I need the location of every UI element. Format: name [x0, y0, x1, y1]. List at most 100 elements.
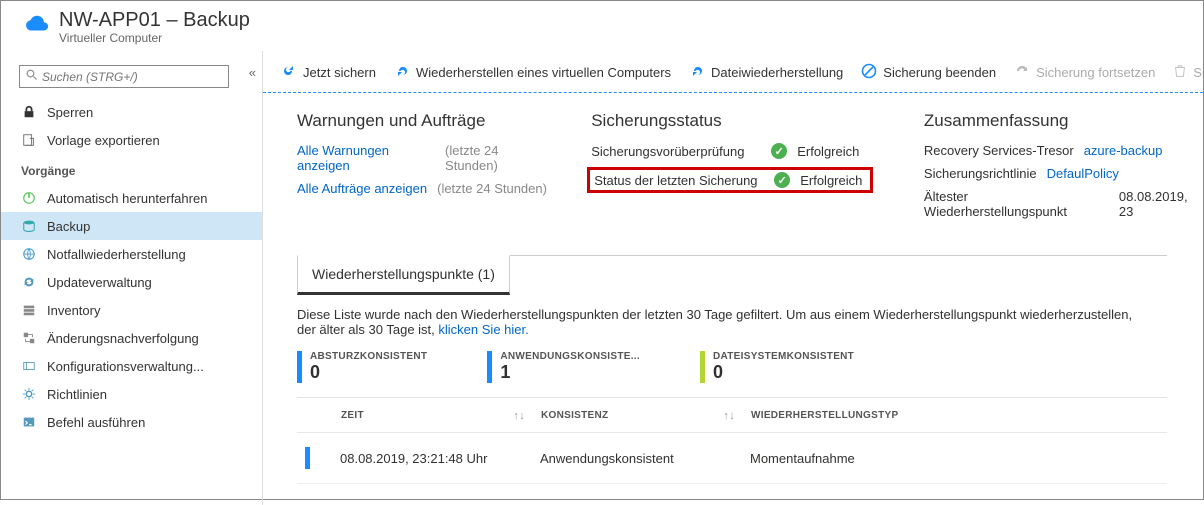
- sidebar-item-auto-shutdown[interactable]: Automatisch herunterfahren: [1, 184, 262, 212]
- sidebar-item-label: Befehl ausführen: [47, 415, 145, 430]
- page-title: NW-APP01 – Backup: [59, 9, 250, 32]
- sidebar: « Sperren Vorlage exportieren Vorgänge A…: [1, 51, 263, 505]
- sort-icon[interactable]: ↑↓: [513, 410, 525, 422]
- sidebar-item-run-command[interactable]: Befehl ausführen: [1, 408, 262, 436]
- view-all-jobs-link[interactable]: Alle Aufträge anzeigen: [297, 181, 427, 196]
- search-icon: [26, 69, 38, 84]
- page-subtitle: Virtueller Computer: [59, 31, 250, 45]
- success-icon: ✓: [774, 172, 790, 188]
- cell-consistency: Anwendungskonsistent: [540, 451, 750, 466]
- update-icon: [21, 274, 37, 290]
- last-backup-status-highlight: Status der letzten Sicherung ✓ Erfolgrei…: [587, 167, 873, 193]
- search-input[interactable]: [19, 65, 229, 88]
- sort-icon[interactable]: ↑↓: [723, 410, 735, 422]
- resume-backup-button: Sicherung fortsetzen: [1014, 63, 1155, 82]
- policy-link[interactable]: DefaulPolicy: [1047, 166, 1119, 181]
- app-consistent-block: ANWENDUNGSKONSISTE... 1: [487, 351, 640, 383]
- stop-icon: [861, 63, 877, 82]
- gear-icon: [21, 386, 37, 402]
- toolbar-label: Si: [1193, 65, 1203, 80]
- sidebar-item-update[interactable]: Updateverwaltung: [1, 268, 262, 296]
- cell-type: Momentaufnahme: [750, 451, 990, 466]
- policy-label: Sicherungsrichtlinie: [924, 166, 1037, 181]
- consistency-value: 1: [500, 362, 640, 383]
- sidebar-item-change-tracking[interactable]: Änderungsnachverfolgung: [1, 324, 262, 352]
- sidebar-item-export[interactable]: Vorlage exportieren: [1, 126, 262, 154]
- restore-points-desc: Diese Liste wurde nach den Wiederherstel…: [297, 307, 1132, 337]
- main-content: Jetzt sichern Wiederherstellen eines vir…: [263, 51, 1203, 505]
- terminal-icon: [21, 414, 37, 430]
- sidebar-item-label: Vorlage exportieren: [47, 133, 160, 148]
- oldest-label: Ältester Wiederherstellungspunkt: [924, 189, 1109, 219]
- precheck-value: Erfolgreich: [797, 144, 859, 159]
- col-type[interactable]: WIEDERHERSTELLUNGSTYP: [751, 410, 898, 421]
- precheck-label: Sicherungsvorüberprüfung: [591, 144, 761, 159]
- sidebar-item-policies[interactable]: Richtlinien: [1, 380, 262, 408]
- section-heading: Warnungen und Aufträge: [297, 111, 547, 131]
- sidebar-item-dr[interactable]: Notfallwiederherstellung: [1, 240, 262, 268]
- search-field[interactable]: [42, 70, 222, 84]
- toolbar-label: Sicherung fortsetzen: [1036, 65, 1155, 80]
- click-here-link[interactable]: klicken Sie hier.: [438, 322, 528, 337]
- row-accent-bar: [305, 447, 310, 469]
- consistency-value: 0: [310, 362, 427, 383]
- time-window: (letzte 24 Stunden): [437, 181, 547, 196]
- sidebar-item-backup[interactable]: Backup: [1, 212, 262, 240]
- sidebar-item-config[interactable]: Konfigurationsverwaltung...: [1, 352, 262, 380]
- time-window: (letzte 24 Stunden): [445, 143, 547, 173]
- consistency-label: ABSTURZKONSISTENT: [310, 351, 427, 362]
- sidebar-item-lock[interactable]: Sperren: [1, 98, 262, 126]
- section-heading: Zusammenfassung: [924, 111, 1203, 131]
- power-icon: [21, 190, 37, 206]
- fs-consistent-block: DATEISYSTEMKONSISTENT 0: [700, 351, 854, 383]
- sidebar-section-heading: Vorgänge: [1, 154, 262, 184]
- view-all-alerts-link[interactable]: Alle Warnungen anzeigen: [297, 143, 435, 173]
- sidebar-item-label: Sperren: [47, 105, 93, 120]
- toolbar-label: Dateiwiederherstellung: [711, 65, 843, 80]
- trash-icon: [1173, 64, 1187, 81]
- tab-restore-points[interactable]: Wiederherstellungspunkte (1): [297, 255, 510, 295]
- restore-icon: [394, 63, 410, 82]
- config-icon: [21, 358, 37, 374]
- backup-now-button[interactable]: Jetzt sichern: [281, 63, 376, 82]
- restore-vm-button[interactable]: Wiederherstellen eines virtuellen Comput…: [394, 63, 671, 82]
- backup-icon: [21, 218, 37, 234]
- consistency-label: DATEISYSTEMKONSISTENT: [713, 351, 854, 362]
- sidebar-item-inventory[interactable]: Inventory: [1, 296, 262, 324]
- sidebar-item-label: Automatisch herunterfahren: [47, 191, 207, 206]
- col-consistency[interactable]: KONSISTENZ: [541, 410, 608, 422]
- collapse-icon[interactable]: «: [249, 65, 256, 80]
- file-recovery-button[interactable]: Dateiwiederherstellung: [689, 63, 843, 82]
- status-section: Sicherungsstatus Sicherungsvorüberprüfun…: [591, 111, 880, 227]
- consistency-value: 0: [713, 362, 854, 383]
- col-time[interactable]: ZEIT: [341, 410, 364, 422]
- vault-link[interactable]: azure-backup: [1084, 143, 1163, 158]
- consistency-label: ANWENDUNGSKONSISTE...: [500, 351, 640, 362]
- last-backup-label: Status der letzten Sicherung: [590, 173, 764, 188]
- toolbar-label: Wiederherstellen eines virtuellen Comput…: [416, 65, 671, 80]
- globe-icon: [21, 246, 37, 262]
- last-backup-value: Erfolgreich: [800, 173, 862, 188]
- section-heading: Sicherungsstatus: [591, 111, 880, 131]
- sidebar-item-label: Backup: [47, 219, 90, 234]
- sidebar-item-label: Richtlinien: [47, 387, 107, 402]
- sidebar-item-label: Notfallwiederherstellung: [47, 247, 186, 262]
- sidebar-item-label: Konfigurationsverwaltung...: [47, 359, 204, 374]
- toolbar-label: Jetzt sichern: [303, 65, 376, 80]
- toolbar-label: Sicherung beenden: [883, 65, 996, 80]
- sidebar-item-label: Inventory: [47, 303, 100, 318]
- delete-backup-button: Si: [1173, 64, 1203, 81]
- stop-backup-button[interactable]: Sicherung beenden: [861, 63, 996, 82]
- cell-time: 08.08.2019, 23:21:48 Uhr: [340, 451, 540, 466]
- restore-points-table: ZEIT ↑↓ KONSISTENZ ↑↓ WIEDERHERSTELLUNGSTY…: [297, 397, 1167, 484]
- table-row[interactable]: 08.08.2019, 23:21:48 Uhr Anwendungskonsi…: [297, 433, 1167, 484]
- alerts-section: Warnungen und Aufträge Alle Warnungen an…: [297, 111, 547, 227]
- export-icon: [21, 132, 37, 148]
- change-icon: [21, 330, 37, 346]
- sidebar-item-label: Änderungsnachverfolgung: [47, 331, 199, 346]
- cloud-icon: [23, 13, 51, 37]
- summary-section: Zusammenfassung Recovery Services-Tresor…: [924, 111, 1203, 227]
- success-icon: ✓: [771, 143, 787, 159]
- crash-consistent-block: ABSTURZKONSISTENT 0: [297, 351, 427, 383]
- file-recovery-icon: [689, 63, 705, 82]
